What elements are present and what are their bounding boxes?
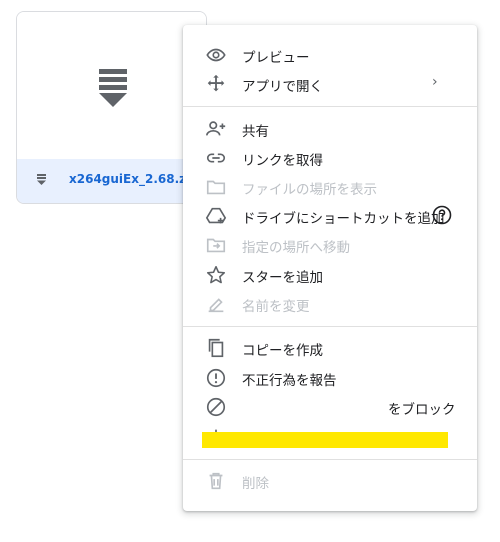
- link-icon: [206, 153, 226, 163]
- menu-label-get-link: リンクを取得: [242, 153, 323, 169]
- highlight-marker: [202, 432, 448, 448]
- chevron-right-icon: ›: [432, 74, 438, 90]
- file-name: x264guiEx_2.68.zip: [69, 172, 199, 186]
- menu-label-share: 共有: [242, 124, 269, 140]
- menu-item-block[interactable]: をブロック: [183, 392, 477, 421]
- menu-label-block: をブロック: [388, 402, 456, 418]
- menu-label-open-with: アプリで開く: [242, 79, 323, 95]
- menu-label-delete: 削除: [242, 476, 269, 492]
- eye-icon: [206, 48, 226, 62]
- help-icon[interactable]: [432, 205, 452, 225]
- copy-icon: [208, 338, 224, 358]
- drive-add-shortcut-icon: [205, 207, 227, 224]
- menu-label-add-star: スターを追加: [242, 270, 323, 286]
- move-arrows-icon: [207, 74, 225, 92]
- menu-item-share[interactable]: 共有: [183, 114, 477, 143]
- folder-icon: [206, 180, 226, 195]
- trash-icon: [209, 472, 223, 490]
- menu-item-preview[interactable]: プレビュー: [183, 40, 477, 69]
- zip-file-icon: [99, 69, 127, 107]
- menu-divider: [183, 459, 477, 460]
- menu-item-open-with[interactable]: アプリで開く ›: [183, 69, 477, 98]
- menu-item-add-star[interactable]: スターを追加: [183, 260, 477, 289]
- menu-label-add-shortcut: ドライブにショートカットを追加: [242, 211, 445, 227]
- menu-label-make-copy: コピーを作成: [242, 343, 323, 359]
- add-person-icon: [206, 121, 226, 136]
- menu-divider: [183, 326, 477, 327]
- block-icon: [206, 397, 226, 417]
- menu-item-make-copy[interactable]: コピーを作成: [183, 333, 477, 362]
- menu-item-rename[interactable]: 名前を変更: [183, 289, 477, 318]
- menu-label-move-to: 指定の場所へ移動: [242, 240, 350, 256]
- menu-item-delete[interactable]: 削除: [183, 466, 477, 495]
- folder-move-icon: [206, 238, 226, 253]
- report-icon: [206, 368, 226, 388]
- menu-label-rename: 名前を変更: [242, 299, 310, 315]
- star-icon: [206, 265, 226, 284]
- pencil-icon: [208, 298, 224, 313]
- menu-item-add-shortcut[interactable]: ドライブにショートカットを追加: [183, 201, 477, 230]
- menu-item-get-link[interactable]: リンクを取得: [183, 143, 477, 172]
- menu-item-move-to[interactable]: 指定の場所へ移動: [183, 230, 477, 259]
- file-card[interactable]: x264guiEx_2.68.zip: [16, 11, 207, 204]
- menu-label-report-abuse: 不正行為を報告: [242, 373, 337, 389]
- menu-label-show-location: ファイルの場所を表示: [242, 182, 377, 198]
- file-thumbnail[interactable]: [17, 12, 206, 160]
- menu-divider: [183, 106, 477, 107]
- menu-item-show-location[interactable]: ファイルの場所を表示: [183, 172, 477, 201]
- menu-item-report-abuse[interactable]: 不正行為を報告: [183, 363, 477, 392]
- file-footer[interactable]: x264guiEx_2.68.zip: [17, 159, 206, 203]
- menu-label-preview: プレビュー: [242, 50, 310, 66]
- zip-file-small-icon: [37, 174, 46, 185]
